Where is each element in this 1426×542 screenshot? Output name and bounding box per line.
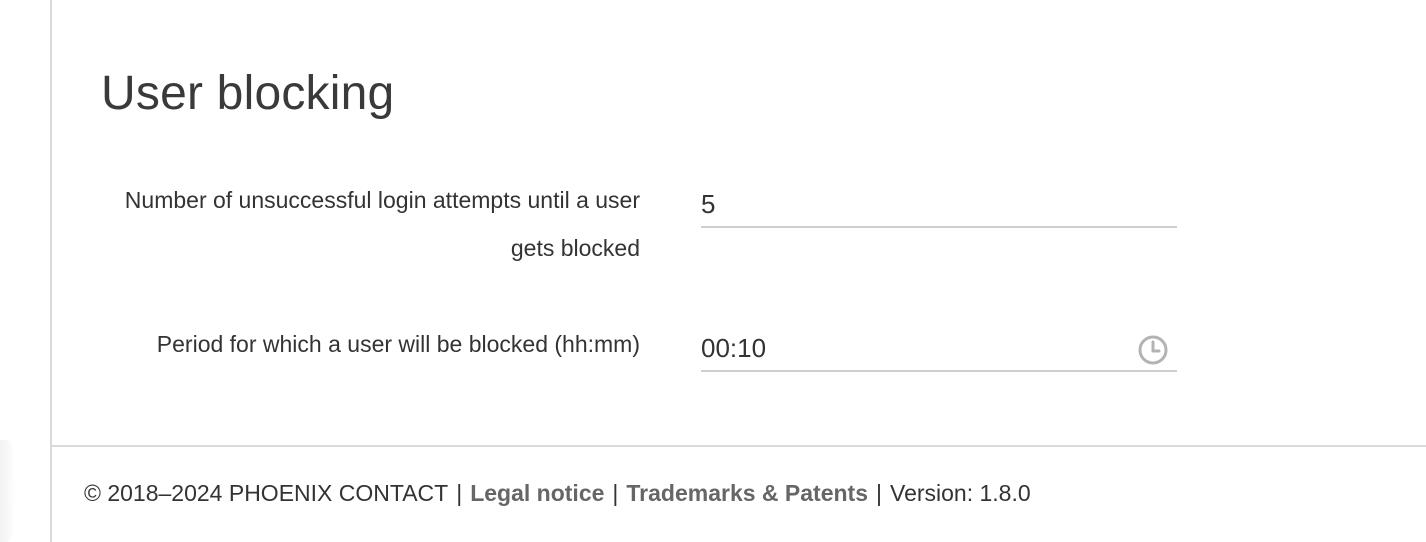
user-blocking-section: User blocking Number of unsuccessful log…	[52, 0, 1426, 446]
login-attempts-label: Number of unsuccessful login attempts un…	[124, 187, 640, 261]
footer: © 2018–2024 PHOENIX CONTACT | Legal notice…	[84, 480, 1031, 507]
block-period-input[interactable]	[701, 328, 1121, 368]
block-period-label: Period for which a user will be blocked …	[156, 331, 640, 357]
section-title: User blocking	[101, 67, 395, 120]
footer-separator: |	[876, 480, 882, 506]
footer-separator: |	[612, 480, 619, 506]
page: User blocking Number of unsuccessful log…	[0, 0, 1426, 542]
clock-icon[interactable]	[1137, 334, 1169, 366]
login-attempts-input[interactable]	[701, 184, 1121, 224]
copyright-text: © 2018–2024 PHOENIX CONTACT	[84, 480, 449, 506]
login-attempts-field	[701, 184, 1177, 228]
trademarks-link[interactable]: Trademarks & Patents	[626, 480, 868, 506]
legal-notice-link[interactable]: Legal notice	[470, 480, 604, 506]
left-shadow	[0, 440, 16, 542]
footer-separator: |	[456, 480, 463, 506]
footer-divider	[52, 445, 1426, 447]
block-period-field	[701, 328, 1177, 372]
version-text: Version: 1.8.0	[890, 480, 1031, 506]
